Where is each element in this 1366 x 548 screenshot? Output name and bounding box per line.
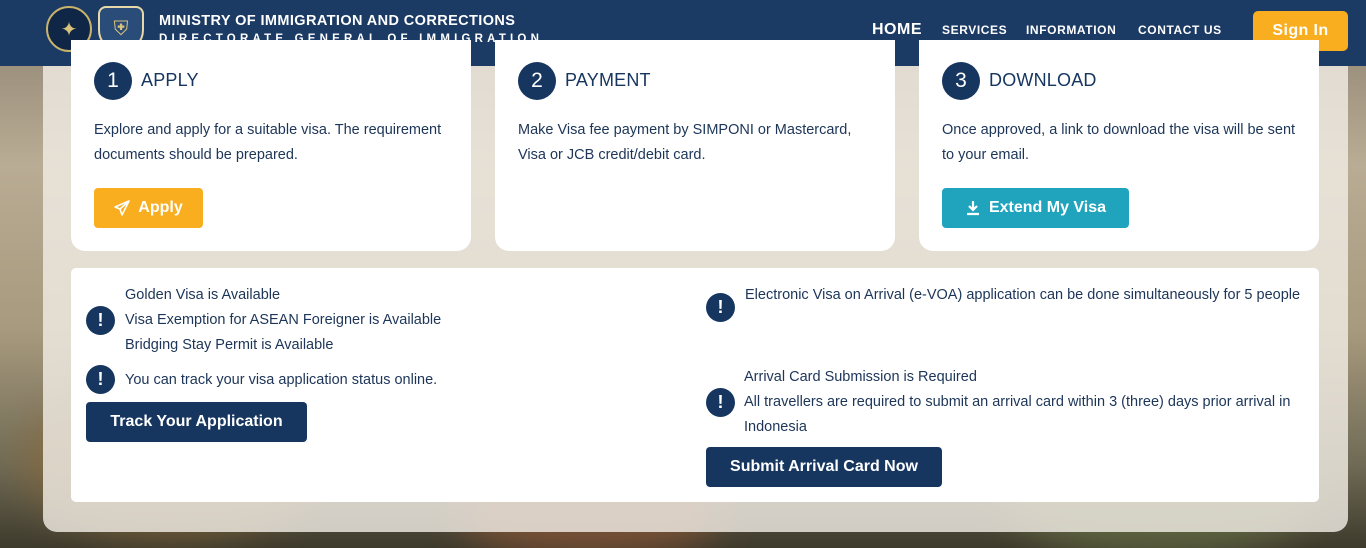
step-description: Explore and apply for a suitable visa. T… xyxy=(94,122,442,163)
step-card-download: 3 DOWNLOAD Once approved, a link to down… xyxy=(919,40,1319,251)
extend-my-visa-label: Extend My Visa xyxy=(988,199,1107,216)
notice-bridging-stay: Bridging Stay Permit is Available xyxy=(125,337,334,353)
step-number-badge: 3 xyxy=(942,62,980,100)
step-number-badge: 1 xyxy=(94,62,132,100)
exclamation-icon: ! xyxy=(706,293,735,322)
step-title: APPLY xyxy=(141,70,199,90)
step-card-payment: 2 PAYMENT Make Visa fee payment by SIMPO… xyxy=(495,40,895,251)
download-icon xyxy=(966,201,979,216)
step-description: Once approved, a link to download the vi… xyxy=(942,122,1296,163)
submit-arrival-card-button[interactable]: Submit Arrival Card Now xyxy=(706,447,942,487)
nav-home[interactable]: HOME xyxy=(872,21,922,39)
nav-services[interactable]: SERVICES xyxy=(942,23,1007,37)
exclamation-icon: ! xyxy=(706,388,735,417)
exclamation-icon: ! xyxy=(86,306,115,335)
nav-information[interactable]: INFORMATION xyxy=(1026,23,1116,37)
step-number-badge: 2 xyxy=(518,62,556,100)
notices-box: ! Golden Visa is Available Visa Exemptio… xyxy=(71,268,1319,502)
notice-asean-exemption: Visa Exemption for ASEAN Foreigner is Av… xyxy=(125,312,442,328)
nav-contact-us[interactable]: CONTACT US xyxy=(1138,23,1222,37)
paper-plane-icon xyxy=(114,200,131,216)
apply-button[interactable]: Apply xyxy=(94,188,203,228)
step-description: Make Visa fee payment by SIMPONI or Mast… xyxy=(518,122,852,163)
step-title: DOWNLOAD xyxy=(989,70,1097,90)
exclamation-icon: ! xyxy=(86,365,115,394)
extend-my-visa-button[interactable]: Extend My Visa xyxy=(942,188,1129,228)
notice-evoa: Electronic Visa on Arrival (e-VOA) appli… xyxy=(745,287,1301,303)
step-card-apply: 1 APPLY Explore and apply for a suitable… xyxy=(71,40,471,251)
notice-arrival-card-body: All travellers are required to submit an… xyxy=(744,394,1291,435)
notice-track-status: You can track your visa application stat… xyxy=(125,372,438,388)
notice-golden-visa: Golden Visa is Available xyxy=(125,287,281,303)
apply-button-label: Apply xyxy=(138,199,183,216)
track-application-button[interactable]: Track Your Application xyxy=(86,402,307,442)
notice-arrival-card-title: Arrival Card Submission is Required xyxy=(744,369,977,385)
ministry-name: MINISTRY OF IMMIGRATION AND CORRECTIONS xyxy=(159,13,516,29)
step-title: PAYMENT xyxy=(565,70,651,90)
